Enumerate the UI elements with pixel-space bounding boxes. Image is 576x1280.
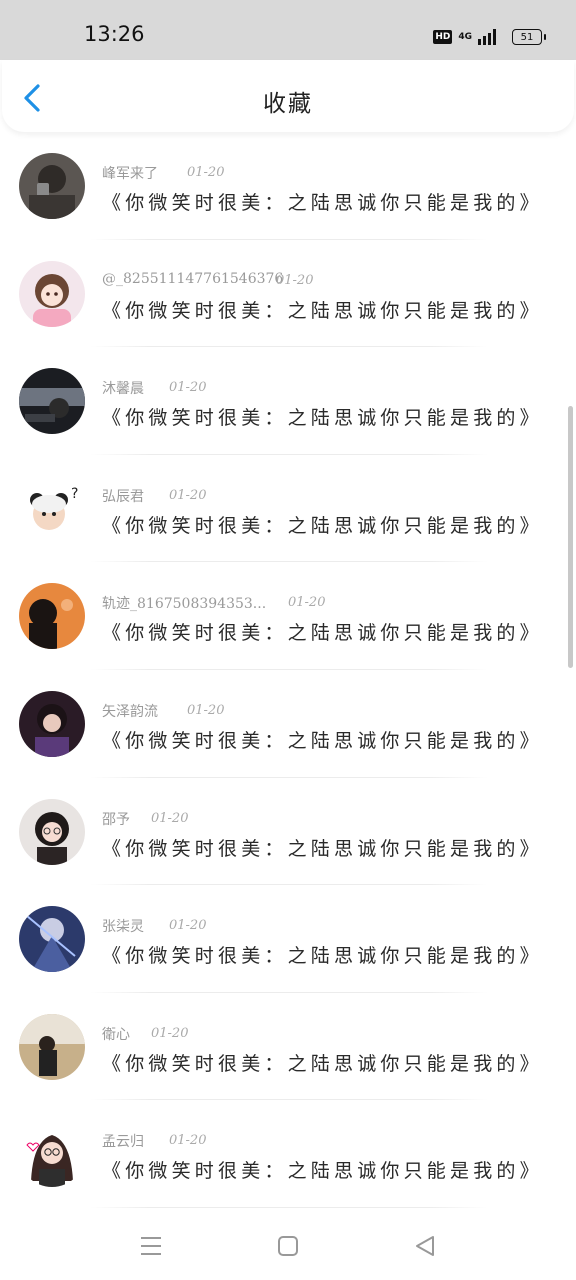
avatar-image: ?	[19, 475, 85, 542]
avatar[interactable]	[19, 260, 85, 327]
author-name[interactable]: @_825511147761546376	[102, 271, 283, 287]
status-icons: HD 4G 51	[433, 24, 546, 50]
post-date: 01-20	[169, 380, 207, 396]
avatar-image	[19, 153, 85, 219]
network-label: 4G	[458, 32, 472, 42]
post-content[interactable]: 《你微笑时很美：之陆思诚你只能是我的》	[102, 296, 543, 323]
post-content[interactable]: 《你微笑时很美：之陆思诚你只能是我的》	[102, 618, 543, 645]
author-name[interactable]: 张柒灵	[102, 919, 144, 935]
item-meta: 沐馨晨	[102, 378, 144, 398]
list-item[interactable]: ? 弘辰君 01-20 《你微笑时很美：之陆思诚你只能是我的》	[0, 455, 576, 563]
svg-text:?: ?	[71, 486, 78, 502]
post-content[interactable]: 《你微笑时很美：之陆思诚你只能是我的》	[102, 403, 543, 430]
author-name[interactable]: 弘辰君	[102, 489, 144, 505]
list-item[interactable]: 沐馨晨 01-20 《你微笑时很美：之陆思诚你只能是我的》	[0, 347, 576, 455]
item-meta: 轨迹_8167508394353...	[102, 593, 266, 613]
avatar-image	[19, 798, 85, 865]
divider	[90, 1206, 488, 1208]
battery-icon: 51	[512, 29, 546, 45]
item-meta: 峰军来了	[102, 163, 158, 183]
list-item[interactable]: 张柒灵 01-20 《你微笑时很美：之陆思诚你只能是我的》	[0, 885, 576, 993]
post-date: 01-20	[187, 165, 225, 180]
post-content[interactable]: 《你微笑时很美：之陆思诚你只能是我的》	[102, 1049, 543, 1076]
home-square-icon	[278, 1236, 298, 1256]
list-item[interactable]: 轨迹_8167508394353... 01-20 《你微笑时很美：之陆思诚你只能是…	[0, 562, 576, 670]
avatar[interactable]	[19, 690, 85, 757]
list-item[interactable]: @_825511147761546376 01-20 《你微笑时很美：之陆思诚你只能…	[0, 240, 576, 348]
avatar[interactable]	[19, 583, 85, 650]
status-bar: 13:26 HD 4G 51	[0, 0, 576, 60]
menu-icon	[141, 1237, 161, 1255]
menu-button[interactable]	[136, 1231, 166, 1261]
home-button[interactable]	[273, 1231, 303, 1261]
back-triangle-icon	[416, 1236, 434, 1256]
scrollbar[interactable]	[568, 406, 573, 668]
avatar[interactable]	[19, 798, 85, 865]
favorites-list: 峰军来了 01-20 《你微笑时很美：之陆思诚你只能是我的》 @_8255111477…	[0, 132, 576, 1208]
item-meta: 张柒灵	[102, 916, 144, 936]
post-date: 01-20	[151, 1025, 189, 1041]
list-item[interactable]: 矢泽韵流 01-20 《你微笑时很美：之陆思诚你只能是我的》	[0, 670, 576, 778]
post-content[interactable]: 《你微笑时很美：之陆思诚你只能是我的》	[102, 511, 543, 538]
author-name[interactable]: 矢泽韵流	[102, 704, 158, 720]
author-name[interactable]: 峰军来了	[102, 166, 158, 182]
post-date: 01-20	[276, 272, 314, 288]
system-nav-bar	[0, 1210, 576, 1280]
avatar-image	[19, 583, 85, 650]
item-meta: @_825511147761546376	[102, 271, 283, 291]
signal-icon	[478, 29, 496, 45]
post-date: 01-20	[151, 810, 189, 826]
post-content[interactable]: 《你微笑时很美：之陆思诚你只能是我的》	[102, 1156, 543, 1183]
item-meta: 邵予	[102, 809, 130, 829]
page-title: 收藏	[263, 91, 313, 117]
avatar-image	[19, 906, 85, 973]
avatar[interactable]	[19, 906, 85, 973]
post-date: 01-20	[288, 595, 326, 611]
list-item[interactable]: 衛心 01-20 《你微笑时很美：之陆思诚你只能是我的》	[0, 993, 576, 1101]
item-meta: 弘辰君	[102, 486, 144, 506]
post-date: 01-20	[169, 1133, 207, 1149]
list-item[interactable]: 孟云归 01-20 《你微笑时很美：之陆思诚你只能是我的》	[0, 1100, 576, 1208]
item-meta: 矢泽韵流	[102, 701, 158, 721]
system-back-button[interactable]	[410, 1231, 440, 1261]
avatar-image	[19, 1013, 85, 1080]
author-name[interactable]: 孟云归	[102, 1134, 144, 1150]
post-date: 01-20	[169, 487, 207, 503]
avatar-image	[19, 368, 85, 435]
item-meta: 孟云归	[102, 1131, 144, 1151]
hd-badge: HD	[433, 30, 453, 44]
item-meta: 衛心	[102, 1024, 130, 1044]
author-name[interactable]: 衛心	[102, 1027, 130, 1043]
avatar[interactable]	[19, 1013, 85, 1080]
avatar[interactable]	[19, 368, 85, 435]
list-item[interactable]: 邵予 01-20 《你微笑时很美：之陆思诚你只能是我的》	[0, 778, 576, 886]
avatar[interactable]	[19, 153, 85, 219]
list-item[interactable]: 峰军来了 01-20 《你微笑时很美：之陆思诚你只能是我的》	[0, 132, 576, 240]
status-time: 13:26	[84, 22, 145, 46]
post-content[interactable]: 《你微笑时很美：之陆思诚你只能是我的》	[102, 726, 543, 753]
post-date: 01-20	[187, 702, 225, 718]
post-date: 01-20	[169, 918, 207, 934]
post-content[interactable]: 《你微笑时很美：之陆思诚你只能是我的》	[102, 834, 543, 861]
avatar-image	[19, 260, 85, 327]
avatar[interactable]	[19, 1121, 85, 1188]
author-name[interactable]: 邵予	[102, 812, 130, 828]
author-name[interactable]: 轨迹_8167508394353...	[102, 596, 266, 612]
post-content[interactable]: 《你微笑时很美：之陆思诚你只能是我的》	[102, 941, 543, 968]
avatar[interactable]: ?	[19, 475, 85, 542]
avatar-image	[19, 690, 85, 757]
post-content[interactable]: 《你微笑时很美：之陆思诚你只能是我的》	[102, 188, 543, 215]
author-name[interactable]: 沐馨晨	[102, 381, 144, 397]
app-header: 收藏	[2, 60, 574, 132]
avatar-image	[19, 1121, 85, 1188]
